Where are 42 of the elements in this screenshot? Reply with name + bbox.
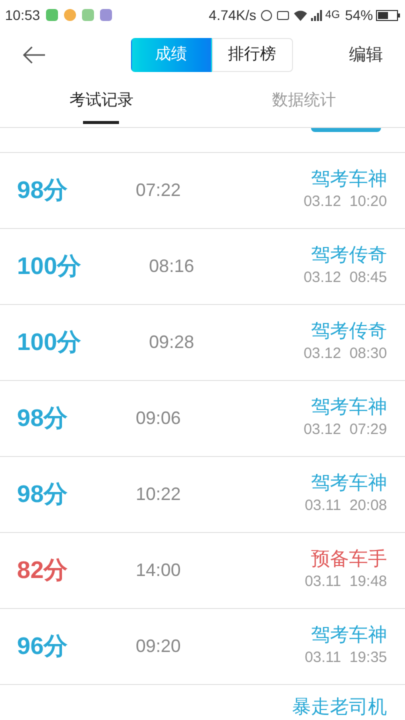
score: 96分 — [17, 632, 68, 662]
score: 98分 — [17, 480, 68, 510]
score: 100分 — [17, 328, 82, 358]
button-edge — [311, 128, 381, 132]
rank-title: 预备车手 — [311, 548, 387, 571]
record-date: 03.11 19:48 — [304, 572, 387, 592]
score: 82分 — [17, 556, 68, 586]
record-date: 03.11 20:08 — [304, 496, 387, 516]
record-date: 03.12 07:29 — [304, 420, 387, 440]
record-date: 03.12 08:30 — [304, 344, 387, 364]
score: 98分 — [17, 404, 68, 434]
duration: 09:06 — [136, 407, 181, 430]
record-date: 03.11 19:35 — [304, 648, 387, 668]
signal-icon — [311, 10, 324, 20]
rank-title: 暴走老司机 — [292, 696, 387, 719]
wifi-icon — [294, 10, 308, 20]
battery-level: 54% — [344, 6, 373, 24]
status-time: 10:53 — [5, 6, 40, 24]
record-date: 03.12 08:45 — [304, 268, 387, 288]
network-type: 4G — [325, 8, 340, 23]
network-speed: 4.74K/s — [208, 6, 256, 24]
duration: 14:00 — [136, 559, 181, 582]
duration: 09:28 — [149, 331, 194, 354]
rank-title: 驾考车神 — [311, 168, 387, 191]
rank-title: 驾考车神 — [311, 396, 387, 419]
duration: 08:16 — [149, 255, 194, 278]
ball-app-icon — [64, 9, 76, 21]
score: 100分 — [17, 252, 82, 282]
rank-title: 驾考车神 — [311, 624, 387, 647]
duration: 07:22 — [136, 179, 181, 202]
back-icon[interactable] — [22, 46, 46, 64]
duration: 10:22 — [136, 483, 181, 506]
score: 98分 — [17, 176, 68, 206]
record-date: 03.12 10:20 — [304, 192, 387, 212]
edit-button[interactable]: 编辑 — [349, 42, 383, 68]
rank-title: 驾考传奇 — [311, 320, 387, 343]
rank-title: 驾考传奇 — [311, 244, 387, 267]
battery-icon — [376, 10, 400, 20]
duration: 09:20 — [136, 635, 181, 658]
segment-tab[interactable]: 排行榜 — [212, 38, 292, 72]
rank-title: 驾考车神 — [311, 472, 387, 495]
tab[interactable]: 考试记录 — [0, 80, 202, 127]
